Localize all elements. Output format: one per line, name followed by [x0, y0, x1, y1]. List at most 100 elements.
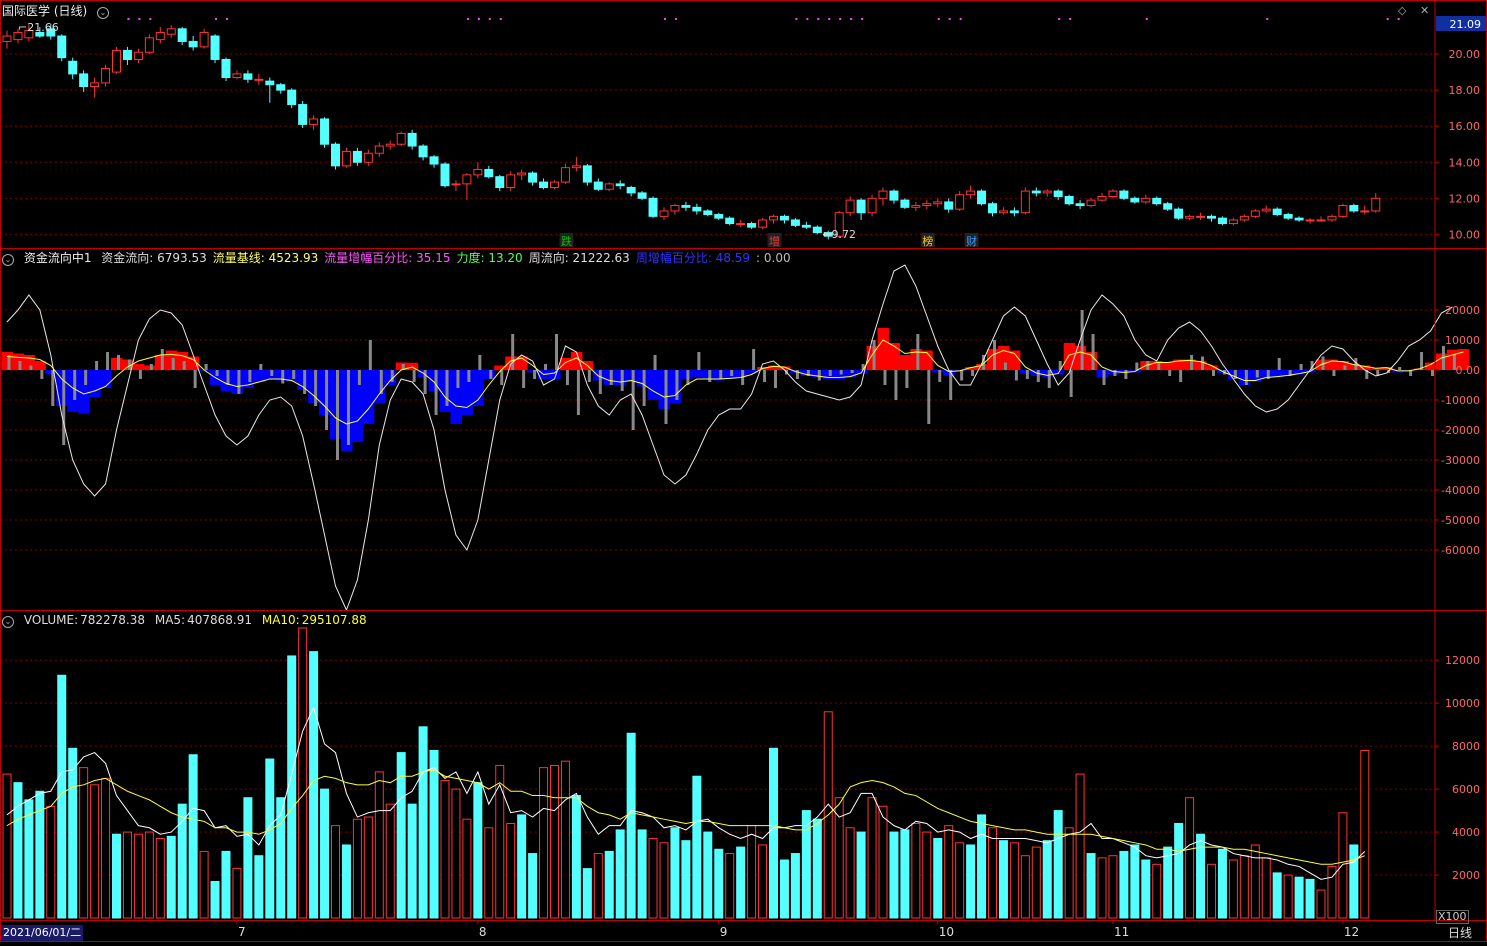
- candle-body[interactable]: [440, 163, 450, 187]
- volume-bar[interactable]: [593, 853, 603, 919]
- candle-body[interactable]: [615, 183, 625, 187]
- candle-body[interactable]: [199, 31, 209, 48]
- volume-bar[interactable]: [473, 782, 483, 919]
- fund-strength-bar[interactable]: [106, 352, 110, 370]
- candle-body[interactable]: [155, 31, 165, 41]
- candle-body[interactable]: [637, 192, 647, 199]
- fund-flow-block[interactable]: [23, 355, 35, 370]
- volume-bar[interactable]: [626, 732, 636, 919]
- fund-strength-bar[interactable]: [1157, 362, 1161, 371]
- fund-strength-bar[interactable]: [160, 349, 164, 370]
- fund-strength-bar[interactable]: [149, 364, 153, 370]
- candle-body[interactable]: [801, 224, 811, 228]
- candle-body[interactable]: [232, 73, 242, 79]
- fund-strength-bar[interactable]: [336, 370, 339, 460]
- fund-strength-bar[interactable]: [850, 370, 854, 373]
- volume-bar[interactable]: [539, 767, 549, 919]
- candle-body[interactable]: [112, 49, 121, 73]
- volume-bar[interactable]: [1174, 822, 1184, 919]
- fund-flow-block[interactable]: [603, 370, 616, 385]
- candle-body[interactable]: [725, 217, 735, 225]
- volume-bar[interactable]: [681, 840, 691, 919]
- fund-flow-block[interactable]: [1162, 362, 1174, 371]
- volume-bar[interactable]: [1338, 812, 1348, 919]
- candle-body[interactable]: [1250, 210, 1260, 217]
- candle-body[interactable]: [1152, 197, 1162, 205]
- volume-bar[interactable]: [462, 818, 472, 919]
- candle-body[interactable]: [221, 58, 231, 79]
- candle-body[interactable]: [122, 49, 132, 60]
- fund-strength-bar[interactable]: [752, 349, 756, 370]
- volume-bar[interactable]: [298, 627, 308, 919]
- fund-strength-bar[interactable]: [51, 370, 55, 406]
- price-candles[interactable]: ⌐21.66 ←9.72 跌 增 榜 财: [2, 18, 1400, 248]
- candle-body[interactable]: [1239, 215, 1249, 221]
- volume-bar[interactable]: [506, 822, 516, 919]
- fund-strength-bar[interactable]: [544, 364, 548, 370]
- candle-body[interactable]: [429, 156, 439, 165]
- candle-body[interactable]: [1119, 190, 1129, 199]
- volume-bar[interactable]: [418, 726, 428, 919]
- candle-body[interactable]: [812, 226, 822, 234]
- fund-strength-bar[interactable]: [226, 370, 230, 385]
- volume-bar[interactable]: [188, 754, 198, 919]
- volume-bar[interactable]: [911, 822, 921, 919]
- volume-bar[interactable]: [692, 775, 702, 919]
- candle-body[interactable]: [352, 150, 362, 163]
- candle-body[interactable]: [758, 219, 768, 228]
- candle-body[interactable]: [1283, 214, 1293, 219]
- volume-bar[interactable]: [320, 788, 330, 919]
- fund-strength-bar[interactable]: [587, 370, 591, 382]
- volume-bar[interactable]: [1217, 848, 1227, 919]
- fund-strength-bar[interactable]: [555, 334, 558, 370]
- volume-bar[interactable]: [166, 835, 176, 919]
- candle-body[interactable]: [703, 210, 713, 216]
- fund-strength-bar[interactable]: [1212, 370, 1215, 376]
- fund-flow-block[interactable]: [56, 370, 68, 406]
- fund-strength-bar[interactable]: [1343, 365, 1347, 371]
- volume-bar[interactable]: [867, 797, 877, 919]
- fund-strength-bar[interactable]: [971, 370, 975, 376]
- volume-bar[interactable]: [287, 655, 297, 919]
- volume-bar[interactable]: [988, 827, 997, 919]
- fund-strength-bar[interactable]: [1168, 370, 1172, 376]
- collapse-chevron-icon[interactable]: ⌄: [97, 7, 110, 19]
- candle-body[interactable]: [1217, 217, 1227, 225]
- candle-body[interactable]: [922, 203, 932, 207]
- candle-body[interactable]: [309, 118, 319, 125]
- fund-flow-block[interactable]: [12, 353, 24, 371]
- fund-flow-block[interactable]: [461, 370, 473, 415]
- volume-bar[interactable]: [254, 855, 264, 919]
- volume-bar[interactable]: [812, 818, 822, 919]
- fund-strength-bar[interactable]: [708, 370, 712, 382]
- candle-body[interactable]: [856, 199, 866, 214]
- candle-body[interactable]: [933, 201, 943, 205]
- fund-flow-block[interactable]: [997, 346, 1010, 370]
- fund-strength-bar[interactable]: [1244, 370, 1248, 385]
- fund-strength-bar[interactable]: [40, 370, 44, 379]
- candle-body[interactable]: [867, 197, 877, 214]
- fund-strength-bar[interactable]: [522, 370, 526, 388]
- candle-body[interactable]: [418, 145, 428, 158]
- fund-strength-bar[interactable]: [653, 355, 657, 370]
- fund-flow-block[interactable]: [888, 343, 900, 370]
- fund-strength-bar[interactable]: [686, 370, 690, 385]
- fund-flow-block[interactable]: [1238, 370, 1251, 385]
- candle-body[interactable]: [1086, 199, 1096, 207]
- candle-body[interactable]: [385, 143, 395, 147]
- candle-body[interactable]: [681, 205, 691, 208]
- volume-bar[interactable]: [374, 771, 384, 919]
- fund-strength-bar[interactable]: [412, 370, 416, 382]
- candle-body[interactable]: [878, 190, 888, 199]
- volume-bar[interactable]: [1305, 878, 1315, 919]
- candle-body[interactable]: [1163, 203, 1173, 210]
- fund-strength-bar[interactable]: [29, 365, 33, 371]
- candle-body[interactable]: [1009, 210, 1019, 214]
- fund-strength-bar[interactable]: [1179, 370, 1183, 382]
- candle-body[interactable]: [1020, 190, 1030, 214]
- candle-body[interactable]: [988, 203, 997, 214]
- fund-strength-bar[interactable]: [434, 370, 438, 415]
- candle-body[interactable]: [977, 190, 987, 205]
- fund-flow-block[interactable]: [373, 370, 386, 403]
- fund-indicator-name[interactable]: 资金流向中1: [24, 251, 92, 265]
